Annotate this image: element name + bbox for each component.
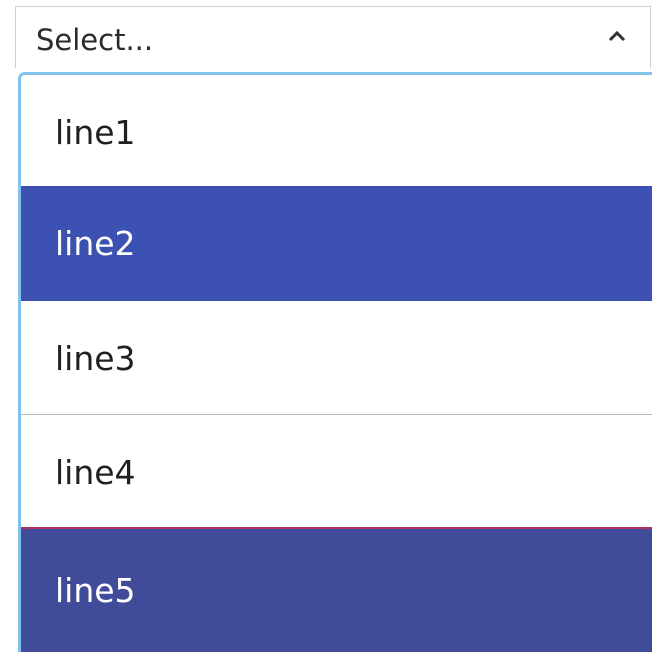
option-line4[interactable]: line4	[21, 415, 652, 529]
select-dropdown[interactable]: Select... line1 line2 line3 line4 line5	[15, 6, 652, 652]
select-control[interactable]: Select...	[15, 6, 651, 68]
option-line3[interactable]: line3	[21, 301, 652, 415]
select-placeholder: Select...	[36, 23, 154, 57]
option-line5[interactable]: line5	[21, 529, 652, 652]
chevron-up-icon[interactable]	[608, 29, 626, 43]
option-label: line1	[55, 113, 136, 152]
option-label: line4	[55, 453, 136, 492]
option-label: line5	[55, 571, 136, 610]
option-label: line3	[55, 339, 136, 378]
option-label: line2	[55, 224, 136, 263]
option-line2[interactable]: line2	[21, 186, 652, 301]
dropdown-menu: line1 line2 line3 line4 line5	[18, 72, 652, 652]
option-line1[interactable]: line1	[21, 75, 652, 186]
